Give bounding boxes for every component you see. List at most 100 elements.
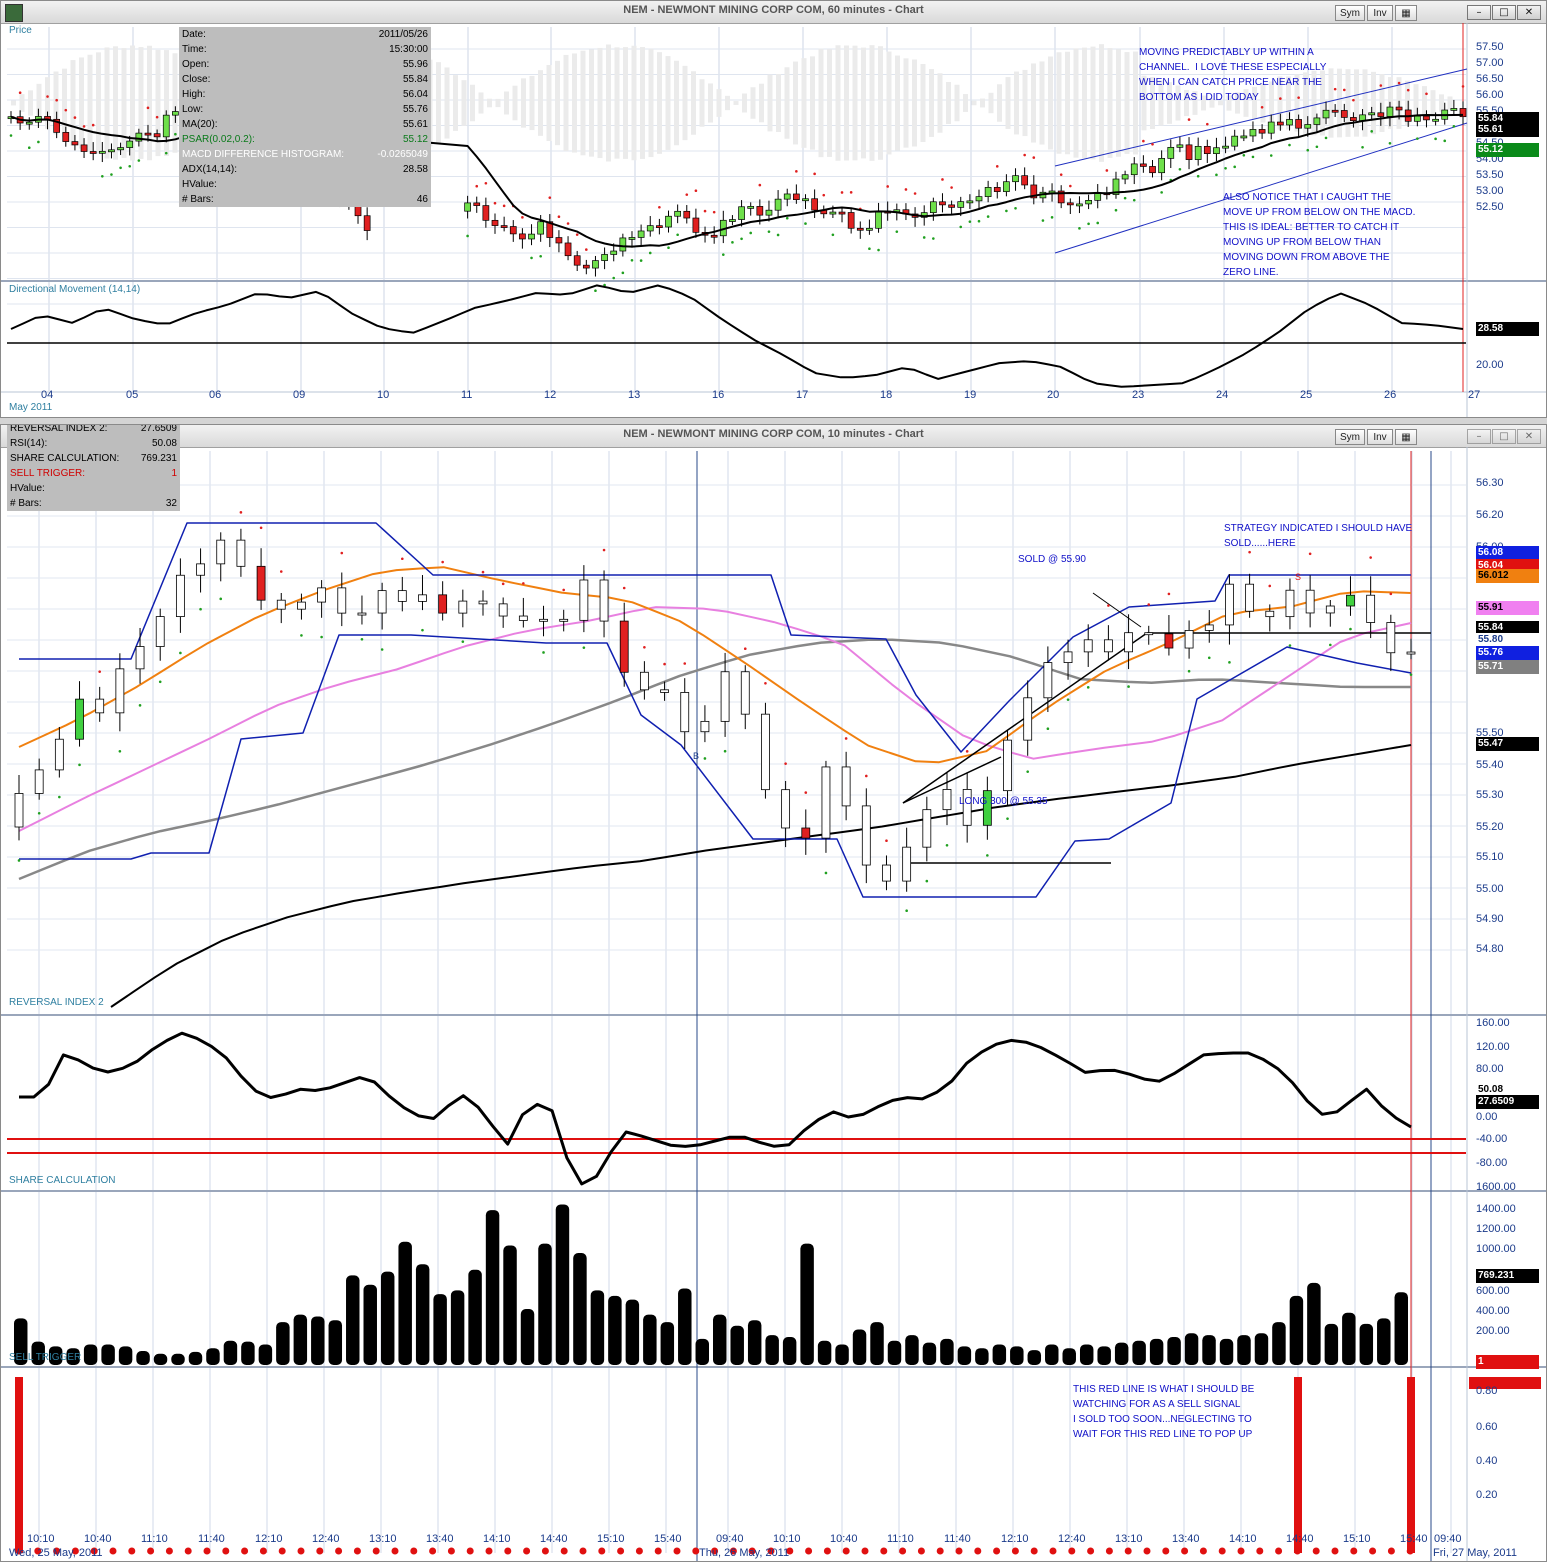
- ma200-line: [110, 744, 1412, 1008]
- psar-dot: [1349, 627, 1352, 631]
- psar-dot: [484, 181, 488, 185]
- psar-dot: [1023, 153, 1026, 157]
- psar-dot: [986, 215, 990, 218]
- info-row: High: 56.04: [179, 87, 431, 102]
- candle-body: [1295, 119, 1302, 129]
- sell-trigger-dot: [1237, 1547, 1245, 1555]
- date-axis-label: 06: [209, 389, 222, 401]
- candle-body: [144, 132, 152, 136]
- psar-dot: [1160, 191, 1163, 194]
- sym-button[interactable]: Sym: [1335, 429, 1365, 445]
- candle-body: [473, 202, 481, 206]
- sym-button[interactable]: Sym: [1335, 5, 1365, 21]
- psar-dot: [259, 526, 263, 530]
- psar-dot: [986, 854, 989, 857]
- reversal-axis-label: -80.00: [1476, 1157, 1508, 1169]
- date-axis-label: 24: [1216, 389, 1229, 401]
- price-axis-label: 55.20: [1476, 821, 1504, 833]
- psar-dot: [925, 879, 929, 883]
- inv-button[interactable]: Inv: [1367, 5, 1393, 21]
- candle-body: [660, 689, 669, 693]
- candle-body: [683, 210, 691, 219]
- price-axis-label: 53.50: [1476, 169, 1504, 181]
- sell-trigger-dot: [353, 1547, 361, 1555]
- day-axis-label: Fri, 27 May, 2011: [1433, 1547, 1517, 1559]
- macd-histogram-bar: [70, 60, 76, 146]
- minimize-icon[interactable]: –: [1467, 5, 1491, 20]
- macd-histogram-bar: [1337, 68, 1342, 138]
- candle-body: [357, 612, 367, 616]
- psar-dot: [749, 231, 752, 235]
- time-axis-label: 15:40: [1400, 1533, 1428, 1545]
- psar-dot: [521, 216, 524, 219]
- share-bar: [188, 1351, 203, 1365]
- macd-histogram-bar: [1379, 74, 1385, 132]
- maximize-icon[interactable]: □: [1492, 429, 1516, 444]
- time-axis-label: 11:10: [141, 1533, 168, 1545]
- info-row: HValue:: [179, 177, 431, 192]
- minimize-icon[interactable]: –: [1467, 429, 1491, 444]
- psar-dot: [1370, 130, 1373, 133]
- macd-histogram-bar: [1099, 44, 1104, 162]
- maximize-icon[interactable]: □: [1492, 5, 1516, 20]
- time-axis-label: 15:40: [654, 1533, 682, 1545]
- window-titlebar[interactable]: NEM - NEWMONT MINING CORP COM, 60 minute…: [1, 1, 1546, 24]
- psar-dot: [466, 234, 469, 238]
- share-bar: [887, 1340, 902, 1365]
- share-bar: [206, 1348, 220, 1365]
- psar-dot: [722, 253, 725, 256]
- info-key: HValue:: [182, 179, 217, 190]
- share-axis-label: 1200.00: [1476, 1223, 1516, 1235]
- candle-body: [802, 198, 809, 202]
- macd-histogram-bar: [835, 45, 841, 161]
- inv-button[interactable]: Inv: [1367, 429, 1393, 445]
- candle-body: [75, 698, 84, 740]
- window-titlebar[interactable]: NEM - NEWMONT MINING CORP COM, 10 minute…: [1, 425, 1546, 448]
- sell-trigger-dot: [993, 1547, 1001, 1555]
- info-value: 27.6509: [140, 424, 177, 434]
- psar-dot: [784, 762, 787, 765]
- psar-dot: [585, 248, 588, 251]
- share-bar: [1149, 1338, 1164, 1365]
- price-tag: 55.61: [1476, 123, 1539, 137]
- candle-body: [464, 202, 471, 212]
- candle-body: [1322, 109, 1330, 119]
- macd-histogram-bar: [597, 47, 603, 159]
- psar-dot: [575, 233, 579, 236]
- psar-dot: [1032, 156, 1036, 159]
- psar-dot: [941, 178, 944, 181]
- candle-body: [1184, 630, 1194, 649]
- candle-body: [25, 121, 33, 125]
- psar-dot: [1251, 155, 1255, 159]
- price-axis-label: 56.30: [1476, 477, 1504, 489]
- chart-canvas-10min[interactable]: BS: [1, 447, 1547, 1562]
- candle-body: [1277, 121, 1284, 126]
- time-axis-label: 10:40: [830, 1533, 858, 1545]
- chart-options-icon[interactable]: ▦: [1395, 5, 1417, 21]
- candle-body: [1305, 589, 1315, 614]
- sell-trigger-dot: [128, 1547, 136, 1555]
- candle-body: [1313, 117, 1321, 125]
- psar-dot: [17, 859, 21, 862]
- psar-dot: [1228, 661, 1231, 664]
- psar-dot: [566, 222, 570, 225]
- macd-histogram-bar: [96, 52, 101, 154]
- share-bar: [870, 1322, 884, 1365]
- close-icon[interactable]: ✕: [1517, 5, 1541, 20]
- macd-histogram-bar: [538, 70, 543, 136]
- macd-histogram-bar: [113, 46, 118, 160]
- time-axis-label: 09:40: [716, 1533, 744, 1545]
- info-value: 46: [416, 194, 428, 205]
- close-icon[interactable]: ✕: [1517, 429, 1541, 444]
- price-tag: 56.012: [1476, 569, 1539, 583]
- candle-body: [95, 698, 105, 714]
- psar-dot: [110, 173, 113, 176]
- macd-histogram-bar: [997, 84, 1002, 122]
- chart-options-icon[interactable]: ▦: [1395, 429, 1417, 445]
- price-axis-label: 56.20: [1476, 509, 1504, 521]
- info-row: # Bars: 46: [179, 192, 431, 207]
- macd-histogram-bar: [1073, 48, 1079, 158]
- candle-body: [793, 193, 800, 201]
- macd-histogram-bar: [988, 92, 994, 114]
- candle-body: [619, 237, 627, 252]
